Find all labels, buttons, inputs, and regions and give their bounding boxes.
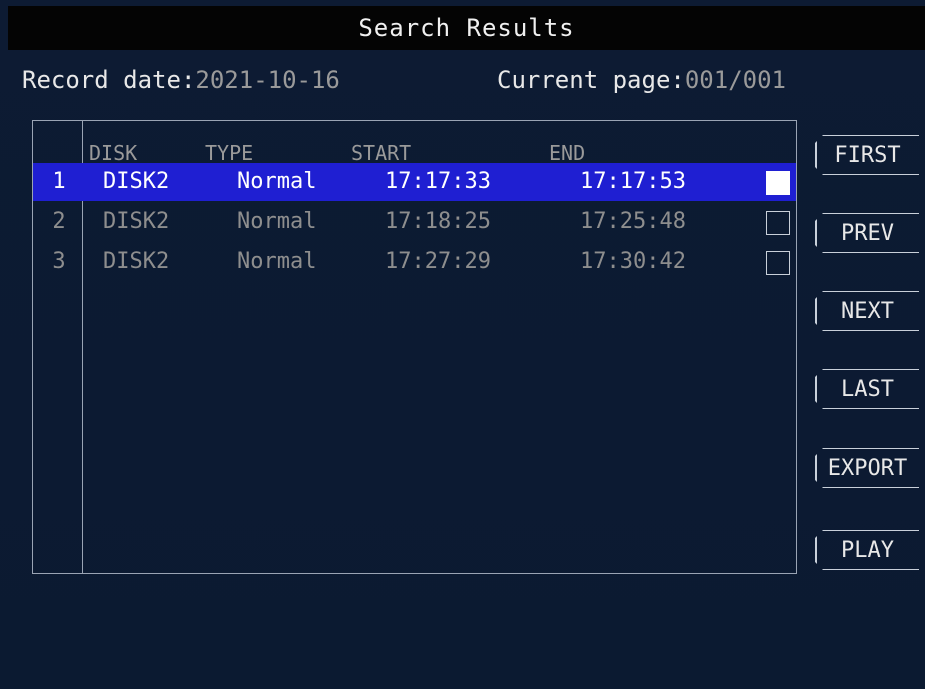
row-index: 1 [52, 169, 66, 194]
table-row[interactable]: 2 DISK2 Normal 17:18:25 17:25:48 [33, 203, 796, 241]
next-page-button[interactable]: NEXT [815, 291, 919, 331]
header-start: START [351, 141, 412, 165]
last-page-button[interactable]: LAST [815, 369, 919, 409]
row-type: Normal [237, 169, 317, 194]
record-date-label: Record date: [22, 66, 196, 94]
prev-page-button[interactable]: PREV [815, 213, 919, 253]
current-page-value: 001/001 [684, 66, 786, 94]
row-checkbox[interactable] [766, 171, 790, 195]
record-date-value: 2021-10-16 [195, 66, 340, 94]
header-end: END [549, 141, 586, 165]
row-start: 17:18:25 [385, 209, 491, 234]
window-title-text: Search Results [358, 14, 575, 42]
row-type: Normal [237, 209, 317, 234]
window-title: Search Results [8, 6, 925, 50]
row-checkbox[interactable] [766, 211, 790, 235]
row-index: 3 [52, 249, 66, 274]
current-page-info: Current page:001/001 [497, 66, 786, 94]
row-disk: DISK2 [103, 169, 170, 194]
row-end: 17:30:42 [580, 249, 686, 274]
first-page-button[interactable]: FIRST [815, 135, 919, 175]
row-type: Normal [237, 249, 317, 274]
row-disk: DISK2 [103, 209, 170, 234]
row-end: 17:25:48 [580, 209, 686, 234]
row-start: 17:27:29 [385, 249, 491, 274]
row-end: 17:17:53 [580, 169, 686, 194]
header-disk: DISK [89, 141, 138, 165]
export-button[interactable]: EXPORT [815, 448, 919, 488]
header-type: TYPE [205, 141, 254, 165]
table-row[interactable]: 3 DISK2 Normal 17:27:29 17:30:42 [33, 243, 796, 281]
record-date-info: Record date:2021-10-16 [22, 66, 340, 94]
play-button[interactable]: PLAY [815, 530, 919, 570]
row-checkbox[interactable] [766, 251, 790, 275]
row-index: 2 [52, 209, 66, 234]
results-table: DISK TYPE START END 1 DISK2 Normal 17:17… [32, 120, 797, 574]
table-row[interactable]: 1 DISK2 Normal 17:17:33 17:17:53 [33, 163, 796, 201]
row-start: 17:17:33 [385, 169, 491, 194]
current-page-label: Current page: [497, 66, 685, 94]
dvr-search-results-screen: Search Results Record date:2021-10-16 Cu… [0, 0, 925, 689]
row-disk: DISK2 [103, 249, 170, 274]
